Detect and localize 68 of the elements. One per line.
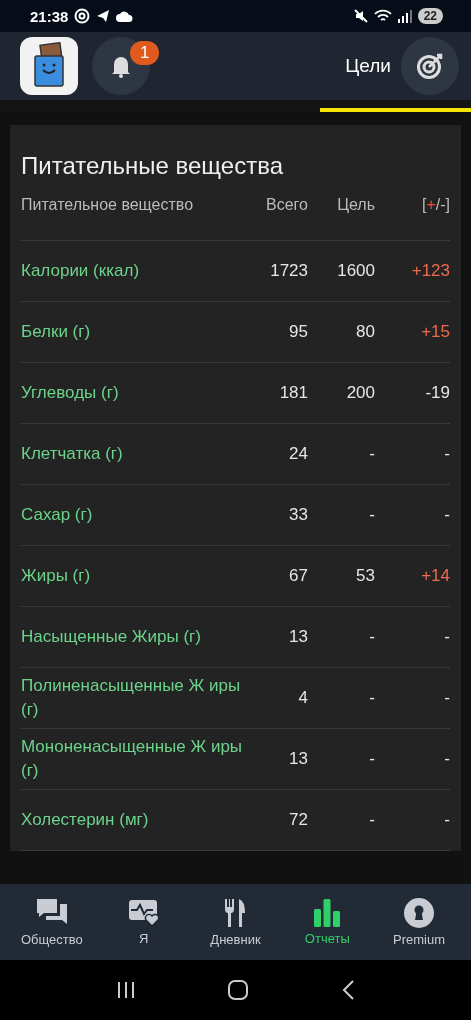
goal-value: - <box>368 444 375 464</box>
difference-value: - <box>443 749 450 769</box>
target-icon <box>416 52 444 80</box>
signal-icon <box>397 9 412 23</box>
nutrient-name: Жиры (г) <box>21 565 92 587</box>
total-value: 1723 <box>269 261 308 281</box>
battery-level: 22 <box>417 8 443 24</box>
column-header: [+/-] <box>421 196 450 214</box>
goal-value: - <box>368 749 375 769</box>
fork-knife-icon <box>224 897 247 928</box>
difference-value: - <box>443 444 450 464</box>
bar-chart-icon <box>314 898 341 927</box>
total-value: 95 <box>288 322 308 342</box>
difference-value: - <box>443 688 450 708</box>
nav-tab[interactable]: Я <box>98 897 189 947</box>
nutrient-name: Полиненасыщенные Ж иры (г) <box>21 675 242 721</box>
nav-tab[interactable]: Premium <box>374 896 465 948</box>
column-header: Питательное вещество <box>21 196 195 214</box>
total-value: 13 <box>288 749 308 769</box>
total-value: 33 <box>288 505 308 525</box>
card-title: Питательные вещества <box>21 151 284 181</box>
goal-value: - <box>368 810 375 830</box>
send-icon <box>96 9 111 23</box>
nutrient-name: Клетчатка (г) <box>21 443 124 465</box>
column-header: Всего <box>265 196 308 214</box>
column-header: Цель <box>336 196 375 214</box>
total-value: 4 <box>297 688 308 708</box>
total-value: 13 <box>288 627 308 647</box>
goal-value: 200 <box>345 383 375 403</box>
goal-value: - <box>368 505 375 525</box>
total-value: 181 <box>278 383 308 403</box>
home-icon[interactable] <box>227 979 250 1001</box>
nutrient-name: Насыщенные Жиры (г) <box>21 626 202 648</box>
goal-value: 80 <box>355 322 375 342</box>
nav-tab[interactable]: Общество <box>6 896 97 948</box>
nav-tab[interactable]: Отчеты <box>282 897 373 947</box>
wifi-icon <box>373 9 392 23</box>
cloud-icon <box>116 10 134 22</box>
difference-value: +14 <box>420 566 450 586</box>
difference-value: +15 <box>420 322 450 342</box>
back-icon[interactable] <box>341 979 356 1001</box>
notification-count: 1 <box>130 41 160 65</box>
goals-label[interactable]: Цели <box>345 55 391 77</box>
goal-value: 1600 <box>336 261 375 281</box>
difference-value: -19 <box>424 383 450 403</box>
app-logo[interactable] <box>20 37 78 95</box>
difference-value: - <box>443 627 450 647</box>
nutrient-name: Белки (г) <box>21 321 92 343</box>
goal-value: - <box>368 688 375 708</box>
nutrient-name: Сахар (г) <box>21 504 94 526</box>
heart-monitor-icon <box>128 898 159 927</box>
nutrient-name: Углеводы (г) <box>21 382 120 404</box>
goal-value: - <box>368 627 375 647</box>
total-value: 24 <box>288 444 308 464</box>
nutrient-name: Мононенасыщенные Ж иры (г) <box>21 736 243 782</box>
goal-value: 53 <box>355 566 375 586</box>
total-value: 67 <box>288 566 308 586</box>
difference-value: - <box>443 810 450 830</box>
difference-value: +123 <box>410 261 450 281</box>
total-value: 72 <box>288 810 308 830</box>
nutrient-name: Калории (ккал) <box>21 260 141 282</box>
nav-tab[interactable]: Дневник <box>190 896 281 948</box>
nutrient-name: Холестерин (мг) <box>21 809 150 831</box>
status-time: 21:38 <box>30 7 69 25</box>
recent-apps-icon[interactable] <box>115 980 136 1000</box>
keyhole-icon <box>404 897 435 928</box>
mute-icon <box>353 9 368 23</box>
difference-value: - <box>443 505 450 525</box>
